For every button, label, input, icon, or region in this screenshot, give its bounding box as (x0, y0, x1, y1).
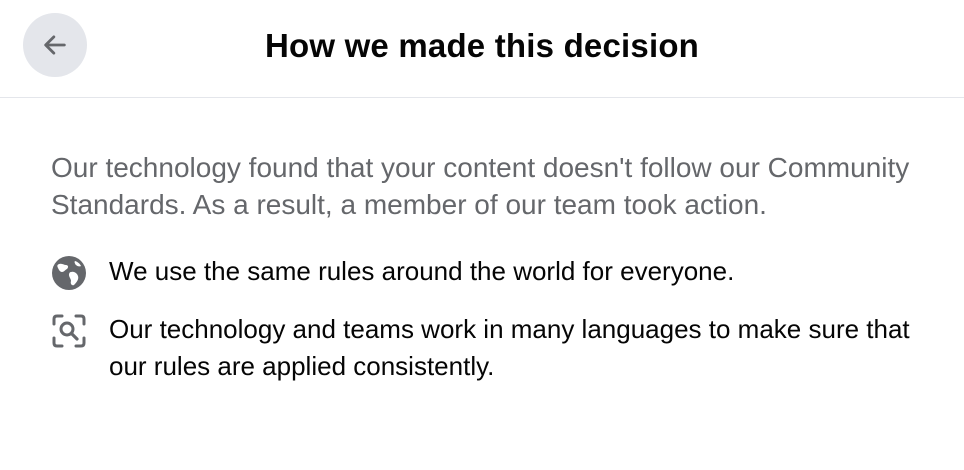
page-title: How we made this decision (264, 27, 700, 64)
globe-icon (52, 256, 86, 290)
list-item: We use the same rules around the world f… (51, 253, 931, 291)
bullet-text: Our technology and teams work in many la… (109, 314, 910, 381)
scan-search-icon (52, 314, 86, 348)
bullet-text: We use the same rules around the world f… (109, 256, 735, 286)
header: How we made this decision (0, 0, 964, 98)
list-item: Our technology and teams work in many la… (51, 311, 931, 384)
decision-info-page: How we made this decision Our technology… (0, 0, 964, 470)
main-content: Our technology found that your content d… (51, 150, 931, 404)
bullet-list: We use the same rules around the world f… (51, 253, 931, 384)
decision-summary: Our technology found that your content d… (51, 152, 910, 220)
